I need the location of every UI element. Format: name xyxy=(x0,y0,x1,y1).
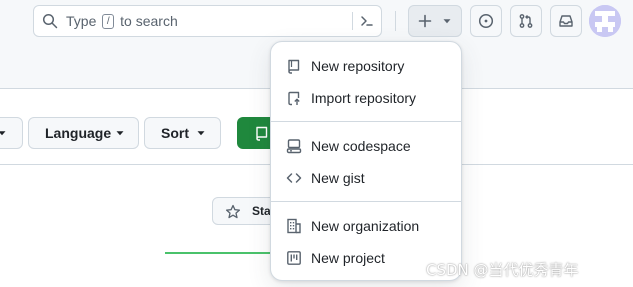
issues-button[interactable] xyxy=(470,5,502,37)
activity-bar xyxy=(165,252,275,254)
project-icon xyxy=(287,251,301,265)
language-filter-button[interactable]: Language xyxy=(28,117,139,149)
menu-divider xyxy=(271,201,461,202)
user-avatar[interactable] xyxy=(589,5,621,37)
search-divider xyxy=(352,12,353,30)
triangle-down-icon xyxy=(0,131,6,136)
plus-icon xyxy=(418,14,432,28)
menu-item-new-repository[interactable]: New repository xyxy=(271,50,461,82)
menu-item-label: New codespace xyxy=(311,138,411,154)
organization-icon xyxy=(287,218,301,234)
menu-item-label: New organization xyxy=(311,218,420,234)
triangle-down-icon xyxy=(443,19,451,24)
sort-filter-label: Sort xyxy=(161,125,189,141)
search-prefix: Type xyxy=(66,13,97,29)
inbox-icon xyxy=(559,15,573,27)
identicon-avatar xyxy=(589,5,621,37)
search-input[interactable]: Type / to search xyxy=(33,5,382,37)
search-suffix: to search xyxy=(120,13,178,29)
codespaces-icon xyxy=(286,139,302,154)
star-icon xyxy=(225,204,241,219)
menu-item-new-codespace[interactable]: New codespace xyxy=(271,130,461,162)
header-separator xyxy=(395,11,396,31)
watermark-text: CSDN @当代优秀青年 xyxy=(426,261,579,279)
command-palette-icon[interactable] xyxy=(359,13,375,29)
triangle-down-icon xyxy=(116,131,124,136)
pull-requests-button[interactable] xyxy=(510,5,542,37)
repo-push-icon xyxy=(288,91,300,106)
create-new-menu: New repository Import repository New cod… xyxy=(270,41,462,281)
menu-item-import-repository[interactable]: Import repository xyxy=(271,82,461,114)
repo-icon xyxy=(256,126,268,141)
search-placeholder: Type / to search xyxy=(66,13,178,30)
menu-item-new-organization[interactable]: New organization xyxy=(271,210,461,242)
type-filter-button[interactable] xyxy=(0,117,23,149)
code-icon xyxy=(286,173,302,183)
language-filter-label: Language xyxy=(45,125,112,141)
menu-divider xyxy=(271,121,461,122)
search-icon xyxy=(42,13,58,29)
triangle-down-icon xyxy=(197,131,205,136)
menu-item-label: New project xyxy=(311,250,385,266)
menu-item-new-gist[interactable]: New gist xyxy=(271,162,461,194)
search-shortcut-key: / xyxy=(102,13,115,29)
issue-opened-icon xyxy=(478,13,494,29)
create-new-button[interactable] xyxy=(408,5,462,37)
inbox-button[interactable] xyxy=(550,5,582,37)
menu-item-label: Import repository xyxy=(311,90,417,106)
menu-item-label: New repository xyxy=(311,58,405,74)
git-pull-request-icon xyxy=(519,14,533,28)
sort-filter-button[interactable]: Sort xyxy=(144,117,221,149)
repo-icon xyxy=(288,59,300,74)
menu-item-label: New gist xyxy=(311,170,365,186)
